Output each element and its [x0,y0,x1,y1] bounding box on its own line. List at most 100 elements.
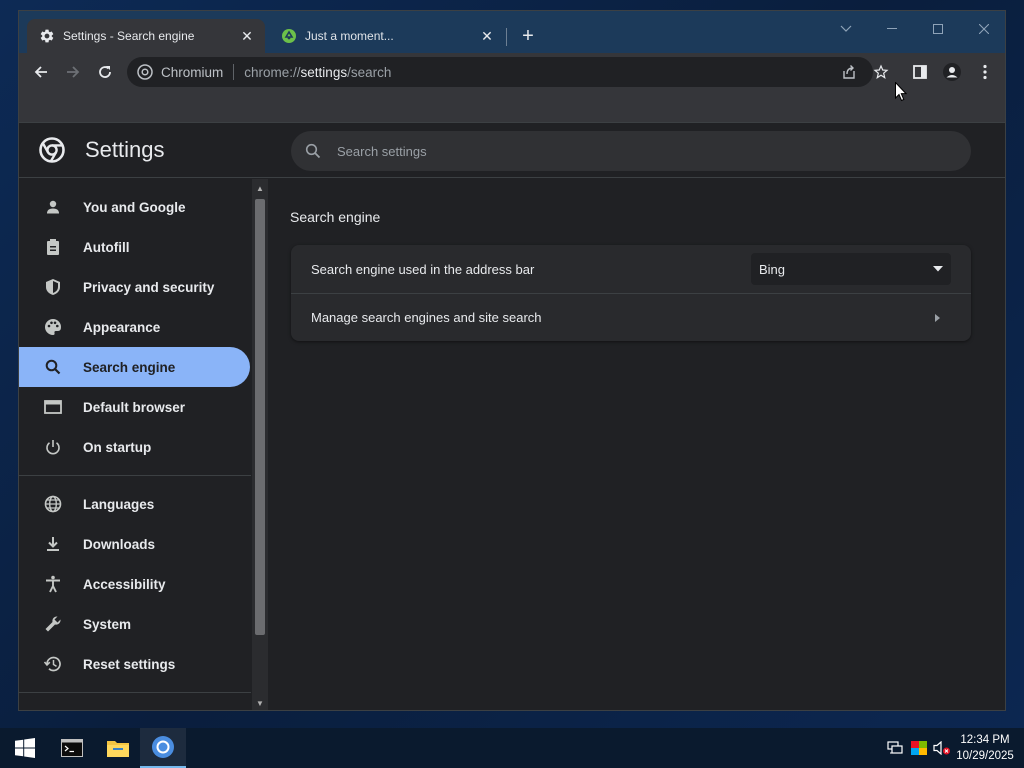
sidebar-item-label: Languages [83,496,155,512]
gear-icon [39,28,55,44]
arrow-right-icon [931,311,945,325]
close-icon[interactable]: ✕ [479,28,495,44]
file-explorer-icon[interactable] [95,728,141,768]
new-tab-button[interactable]: + [517,25,539,47]
sidebar-item-appearance[interactable]: Appearance [19,307,250,347]
windows-start-icon[interactable] [2,728,48,768]
tab-strip: Settings - Search engine ✕ Just a moment… [19,11,1005,53]
search-icon [305,142,323,160]
sidebar-item-label: Appearance [83,319,161,335]
globe-icon [43,494,63,514]
taskbar-clock[interactable]: 12:34 PM 10/29/2025 [952,732,1018,764]
star-icon[interactable] [869,60,893,84]
select-value: Bing [759,261,786,277]
search-icon [43,357,63,377]
address-divider [233,64,235,80]
download-icon [43,534,63,554]
dropdown-arrow-icon [931,262,945,276]
row-label: Search engine used in the address bar [311,261,535,277]
sidebar-divider [19,692,251,693]
taskbar: 12:34 PM 10/29/2025 [0,728,1024,768]
mouse-cursor-icon [895,81,908,102]
power-icon [43,437,63,457]
sidebar-item-label: On startup [83,439,152,455]
page-title: Settings [85,137,165,162]
back-button[interactable] [29,60,53,84]
recycle-icon [281,28,297,44]
sidebar-item-label: Reset settings [83,656,176,672]
settings-page: Settings You and Google Autofill Privacy… [19,123,1005,710]
row-label: Manage search engines and site search [311,310,542,325]
address-bar[interactable]: Chromium chrome://settings/search [127,57,873,87]
more-menu-icon[interactable] [973,60,997,84]
shield-icon [43,277,63,297]
url-path: /search [347,64,392,80]
sidebar-item-label: Search engine [83,359,176,375]
browser-window-icon [43,397,63,417]
sidebar-item-label: Default browser [83,399,186,415]
tab-title: Just a moment... [305,29,394,43]
clock-time: 12:34 PM [960,734,1010,746]
share-icon[interactable] [837,60,861,84]
chromium-taskbar-icon[interactable] [140,728,186,768]
chromium-icon [137,64,153,80]
minimize-button[interactable] [869,15,915,43]
sidebar-item-label: You and Google [83,199,186,215]
url-scheme: chrome:// [244,64,301,80]
color-app-icon[interactable] [910,739,928,757]
search-settings-box[interactable] [291,131,971,171]
clipboard-icon [43,237,63,257]
sidebar-item-reset-settings[interactable]: Reset settings [19,644,250,684]
history-icon [43,654,63,674]
settings-sidebar: You and Google Autofill Privacy and secu… [19,179,251,710]
sidebar-item-search-engine[interactable]: Search engine [19,347,250,387]
settings-main: Search engine Search engine used in the … [269,179,1005,710]
maximize-button[interactable] [915,15,961,43]
sidebar-item-label: Autofill [83,239,130,255]
sidebar-item-label: Downloads [83,536,156,552]
scrollbar-thumb[interactable] [255,199,265,635]
chevron-down-icon[interactable] [823,15,869,43]
sidebar-scrollbar[interactable]: ▲ ▼ [252,179,268,710]
wrench-icon [43,614,63,634]
tab-just-a-moment[interactable]: Just a moment... ✕ [269,19,505,53]
bookmark-bar [19,91,1005,123]
reload-button[interactable] [93,60,117,84]
sidebar-divider [19,475,251,476]
site-name: Chromium [161,64,224,80]
sidebar-item-on-startup[interactable]: On startup [19,427,250,467]
tab-settings[interactable]: Settings - Search engine ✕ [27,19,265,53]
sidebar-item-label: System [83,616,132,632]
sidebar-item-system[interactable]: System [19,604,250,644]
sidebar-item-autofill[interactable]: Autofill [19,227,250,267]
sidebar-item-privacy-and-security[interactable]: Privacy and security [19,267,250,307]
manage-search-engines-row[interactable]: Manage search engines and site search [291,293,971,341]
close-window-button[interactable] [961,15,1005,43]
side-panel-icon[interactable] [908,60,932,84]
close-icon[interactable]: ✕ [239,28,255,44]
sidebar-item-accessibility[interactable]: Accessibility [19,564,250,604]
sidebar-item-you-and-google[interactable]: You and Google [19,187,250,227]
profile-icon[interactable] [940,60,964,84]
terminal-icon[interactable] [49,728,95,768]
palette-icon [43,317,63,337]
scroll-down-arrow-icon[interactable]: ▼ [255,698,265,708]
accessibility-icon [43,574,63,594]
sidebar-item-label: Privacy and security [83,279,215,295]
search-engine-row: Search engine used in the address bar Bi… [291,245,971,293]
search-engine-select[interactable]: Bing [751,253,951,285]
search-input[interactable] [337,143,971,159]
sidebar-item-languages[interactable]: Languages [19,484,250,524]
browser-window: Settings - Search engine ✕ Just a moment… [18,10,1006,711]
forward-button[interactable] [61,60,85,84]
network-icon[interactable] [886,739,904,757]
sidebar-item-label: Accessibility [83,576,166,592]
clock-date: 10/29/2025 [956,750,1014,762]
scroll-up-arrow-icon[interactable]: ▲ [255,183,265,193]
speaker-muted-icon[interactable] [933,739,951,757]
toolbar: Chromium chrome://settings/search [19,53,1005,91]
sidebar-item-default-browser[interactable]: Default browser [19,387,250,427]
url-host: settings [300,64,348,80]
sidebar-item-downloads[interactable]: Downloads [19,524,250,564]
search-engine-card: Search engine used in the address bar Bi… [291,245,971,341]
